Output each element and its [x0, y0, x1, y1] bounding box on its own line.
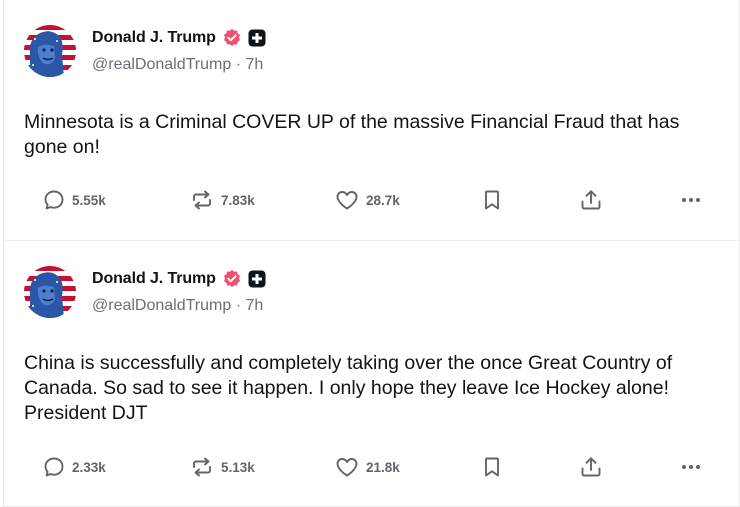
like-button[interactable]: 21.8k	[334, 452, 400, 482]
avatar[interactable]	[24, 25, 76, 77]
meta-separator: ·	[235, 56, 242, 73]
post-actions: 2.33k 5.13k 21.8k	[4, 452, 739, 482]
more-options-button[interactable]	[678, 185, 704, 215]
reply-button[interactable]: 5.55k	[42, 185, 106, 215]
chat-bubble-icon	[44, 457, 64, 477]
reply-button[interactable]: 2.33k	[42, 452, 106, 482]
heart-icon	[336, 458, 358, 477]
like-button[interactable]: 28.7k	[334, 185, 400, 215]
post-time[interactable]: 7h	[246, 297, 264, 314]
meta-separator: ·	[235, 297, 242, 314]
repost-count: 5.13k	[221, 459, 255, 475]
post-text: China is successfully and completely tak…	[24, 352, 673, 424]
reply-count: 2.33k	[72, 459, 106, 475]
more-dots-icon	[682, 465, 700, 469]
repost-button[interactable]: 5.13k	[189, 452, 255, 482]
share-upload-icon	[581, 457, 601, 477]
reply-count: 5.55k	[72, 192, 106, 208]
author-name[interactable]: Donald J. Trump	[92, 270, 216, 288]
author-handle[interactable]: @realDonaldTrump	[92, 56, 231, 73]
plus-badge-icon	[248, 270, 266, 288]
share-button[interactable]	[578, 452, 604, 482]
post-meta: @realDonaldTrump · 7h	[92, 56, 263, 74]
bookmark-button[interactable]	[480, 452, 504, 482]
avatar-flag-portrait-icon	[24, 266, 76, 318]
verified-badge-icon	[223, 29, 240, 46]
like-count: 21.8k	[366, 459, 400, 475]
post-author: Donald J. Trump	[92, 268, 266, 290]
bookmark-icon	[485, 457, 499, 477]
share-upload-icon	[581, 190, 601, 210]
post-text: Minnesota is a Criminal COVER UP of the …	[24, 111, 680, 158]
like-count: 28.7k	[366, 192, 400, 208]
author-handle[interactable]: @realDonaldTrump	[92, 297, 231, 314]
post-actions: 5.55k 7.83k 28.7k	[4, 185, 739, 215]
avatar[interactable]	[24, 266, 76, 318]
more-dots-icon	[682, 198, 700, 202]
repost-button[interactable]: 7.83k	[189, 185, 255, 215]
post-meta: @realDonaldTrump · 7h	[92, 297, 263, 315]
post-card[interactable]: Donald J. Trump @realDonaldTrump · 7h Ch…	[4, 241, 739, 507]
heart-icon	[336, 191, 358, 210]
share-button[interactable]	[578, 185, 604, 215]
repost-arrows-icon	[193, 190, 211, 210]
more-options-button[interactable]	[678, 452, 704, 482]
post-feed: Donald J. Trump @realDonaldTrump · 7h Mi…	[3, 0, 740, 507]
post-author: Donald J. Trump	[92, 27, 266, 49]
repost-arrows-icon	[193, 457, 211, 477]
bookmark-button[interactable]	[480, 185, 504, 215]
repost-count: 7.83k	[221, 192, 255, 208]
post-card[interactable]: Donald J. Trump @realDonaldTrump · 7h Mi…	[4, 0, 739, 241]
verified-badge-icon	[223, 270, 240, 287]
author-name[interactable]: Donald J. Trump	[92, 29, 216, 47]
bookmark-icon	[485, 190, 499, 210]
chat-bubble-icon	[44, 190, 64, 210]
post-time[interactable]: 7h	[246, 56, 264, 73]
avatar-flag-portrait-icon	[24, 25, 76, 77]
plus-badge-icon	[248, 29, 266, 47]
